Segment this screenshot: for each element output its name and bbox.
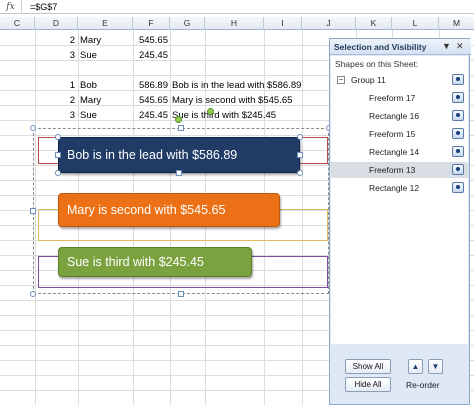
cell-value[interactable]: 545.65 [133, 33, 168, 48]
collapse-icon[interactable]: − [337, 76, 345, 84]
move-down-button[interactable]: ▼ [428, 359, 443, 374]
formula-input[interactable]: =$G$7 [30, 0, 57, 14]
shape-list: Shapes on this Sheet: − Group 11 Freefor… [331, 56, 468, 344]
hide-all-button[interactable]: Hide All [345, 377, 391, 392]
group-row[interactable]: − Group 11 [331, 72, 468, 88]
resize-handle[interactable] [55, 170, 61, 176]
column-header-i[interactable]: I [264, 17, 302, 30]
cell-rank[interactable]: 2 [35, 93, 75, 108]
cell-value[interactable]: 245.45 [133, 108, 168, 123]
rectangle-sue[interactable]: Sue is third with $245.45 [58, 247, 252, 277]
resize-handle[interactable] [55, 134, 61, 140]
cell-sentence[interactable]: Bob is in the lead with $586.89 [172, 78, 332, 93]
resize-handle[interactable] [55, 152, 61, 158]
column-header-row: C D E F G H I J K L M [0, 17, 474, 30]
column-header-h[interactable]: H [205, 17, 264, 30]
column-header-j[interactable]: J [302, 17, 356, 30]
resize-handle[interactable] [297, 134, 303, 140]
shape-list-item[interactable]: Freeform 15 [331, 126, 468, 142]
resize-handle[interactable] [30, 291, 36, 297]
cell-rank[interactable]: 3 [35, 48, 75, 63]
shape-name: Freeform 17 [369, 93, 416, 103]
eye-icon[interactable] [452, 74, 464, 85]
rectangle-mary[interactable]: Mary is second with $545.65 [58, 193, 280, 227]
eye-icon[interactable] [452, 92, 464, 103]
cell-name[interactable]: Sue [80, 48, 132, 63]
shape-list-item[interactable]: Freeform 17 [331, 90, 468, 106]
rectangle-sue-label: Sue is third with $245.45 [67, 255, 204, 269]
column-header-e[interactable]: E [78, 17, 133, 30]
shape-name: Rectangle 16 [369, 111, 420, 121]
shape-name: Rectangle 12 [369, 183, 420, 193]
selection-pane: Selection and Visibility ▼ ✕ Shapes on t… [329, 38, 471, 405]
eye-icon[interactable] [452, 146, 464, 157]
cell-value[interactable]: 245.45 [133, 48, 168, 63]
column-header-m[interactable]: M [439, 17, 474, 30]
shape-name: Freeform 15 [369, 129, 416, 139]
eye-icon[interactable] [452, 110, 464, 121]
column-header-f[interactable]: F [133, 17, 170, 30]
close-icon[interactable]: ✕ [456, 41, 464, 52]
rectangle-bob[interactable]: Bob is in the lead with $586.89 [58, 137, 300, 173]
resize-handle[interactable] [297, 152, 303, 158]
column-header-k[interactable]: K [356, 17, 392, 30]
shape-list-item[interactable]: Rectangle 14 [331, 144, 468, 160]
column-header-d[interactable]: D [35, 17, 78, 30]
cell-name[interactable]: Bob [80, 78, 132, 93]
show-all-button[interactable]: Show All [345, 359, 391, 374]
rotate-handle-icon[interactable] [175, 116, 182, 123]
reorder-label: Re-order [406, 380, 440, 390]
resize-handle[interactable] [30, 125, 36, 131]
cell-name[interactable]: Mary [80, 33, 132, 48]
insert-function-icon[interactable]: fx [0, 0, 22, 14]
resize-handle[interactable] [178, 125, 184, 131]
eye-icon[interactable] [452, 164, 464, 175]
rectangle-bob-label: Bob is in the lead with $586.89 [67, 148, 238, 162]
shape-list-item[interactable]: Rectangle 12 [331, 180, 468, 196]
resize-handle[interactable] [178, 291, 184, 297]
rotate-handle-icon[interactable] [207, 108, 214, 115]
column-header-c[interactable]: C [0, 17, 35, 30]
chevron-down-icon[interactable]: ▼ [442, 41, 451, 51]
column-header-l[interactable]: L [392, 17, 439, 30]
shape-list-item[interactable]: Rectangle 16 [331, 108, 468, 124]
formula-bar: fx =$G$7 [0, 0, 474, 14]
shapes-label: Shapes on this Sheet: [335, 59, 419, 69]
eye-icon[interactable] [452, 128, 464, 139]
eye-icon[interactable] [452, 182, 464, 193]
shape-list-item-selected[interactable]: Freeform 13 [331, 162, 468, 178]
cell-sentence[interactable]: Mary is second with $545.65 [172, 93, 332, 108]
shape-name: Freeform 13 [369, 165, 416, 175]
cell-name[interactable]: Mary [80, 93, 132, 108]
resize-handle[interactable] [30, 208, 36, 214]
resize-handle[interactable] [176, 170, 182, 176]
cell-value[interactable]: 586.89 [133, 78, 168, 93]
cell-rank[interactable]: 3 [35, 108, 75, 123]
resize-handle[interactable] [297, 170, 303, 176]
shape-name: Rectangle 14 [369, 147, 420, 157]
cell-name[interactable]: Sue [80, 108, 132, 123]
cell-value[interactable]: 545.65 [133, 93, 168, 108]
cell-rank[interactable]: 2 [35, 33, 75, 48]
cell-rank[interactable]: 1 [35, 78, 75, 93]
cell-sentence[interactable]: Sue is third with $245.45 [172, 108, 322, 123]
selection-pane-title: Selection and Visibility [334, 42, 427, 52]
selection-pane-header: Selection and Visibility ▼ ✕ [330, 39, 471, 55]
rectangle-mary-label: Mary is second with $545.65 [67, 203, 226, 217]
column-header-g[interactable]: G [170, 17, 205, 30]
move-up-button[interactable]: ▲ [408, 359, 423, 374]
group-name: Group 11 [351, 75, 386, 85]
